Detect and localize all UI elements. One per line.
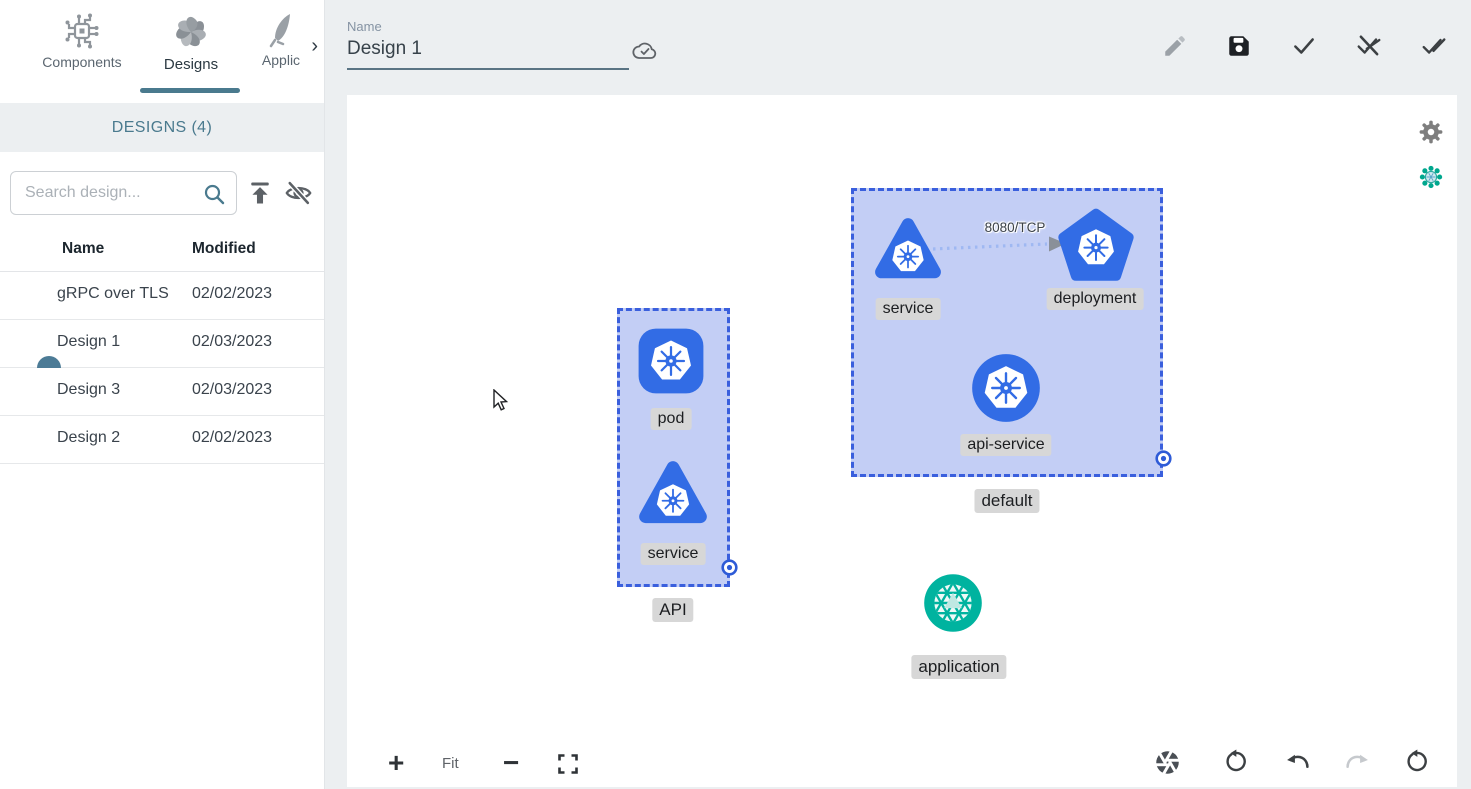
column-header-modified[interactable]: Modified [192,240,256,258]
group-label-default: default [974,489,1039,513]
designs-table-header: Name Modified [0,232,324,272]
design-modified: 02/03/2023 [192,381,272,399]
tab-components-label: Components [42,54,121,70]
tab-designs-label: Designs [164,56,218,73]
fullscreen-icon[interactable] [556,752,580,776]
canvas-settings-gear-icon[interactable] [1418,119,1444,145]
reset-rotate-icon[interactable] [1404,749,1429,774]
undeploy-check-slash-icon[interactable] [1356,33,1382,59]
edge-port-label[interactable]: 8080/TCP [985,220,1046,235]
zoom-in-button[interactable]: + [388,747,404,779]
redo-icon[interactable] [1344,749,1371,774]
column-header-name[interactable]: Name [62,240,104,258]
design-modified: 02/02/2023 [192,429,272,447]
fit-button[interactable]: Fit [442,755,459,772]
deploy-double-check-icon[interactable] [1421,33,1447,59]
node-service-default[interactable] [871,216,945,286]
save-icon[interactable] [1226,33,1252,59]
design-name[interactable]: Design 1 [57,333,120,351]
hide-designs-eye-off-icon[interactable] [284,179,313,207]
designs-table: Name Modified gRPC over TLS 02/02/2023 D… [0,232,324,464]
design-name[interactable]: gRPC over TLS [57,285,169,303]
table-row[interactable]: Design 3 02/03/2023 [0,368,324,416]
search-row [0,170,324,216]
main-area: Name [326,0,1471,789]
tab-designs[interactable]: Designs [146,0,236,95]
designs-panel-title: DESIGNS (4) [0,103,324,152]
group-label-api: API [652,598,693,622]
edit-icon[interactable] [1162,33,1188,59]
table-row[interactable]: Design 2 02/02/2023 [0,416,324,464]
designs-icon [169,10,213,54]
components-icon [62,10,102,52]
sidebar: Components Designs [0,0,325,789]
node-label-api-service: api-service [960,434,1051,456]
node-label-pod: pod [651,408,692,430]
zoom-out-button[interactable]: − [503,747,519,779]
node-label-application: application [911,655,1006,679]
tab-components[interactable]: Components [18,0,146,95]
validate-check-icon[interactable] [1291,33,1317,59]
rotate-left-icon[interactable] [1223,749,1248,774]
canvas-controls: + Fit − [347,747,1457,787]
node-label-deployment: deployment [1047,288,1144,310]
node-service-api[interactable] [635,459,711,531]
design-modified: 02/03/2023 [192,333,272,351]
tab-applications[interactable]: Applic [248,0,314,95]
table-row[interactable]: gRPC over TLS 02/02/2023 [0,272,324,320]
tabs-expand-chevron-icon[interactable]: › [311,36,318,56]
cloud-saved-icon [631,38,659,64]
design-modified: 02/02/2023 [192,285,272,303]
design-name-field-wrap [347,38,629,70]
group-resize-handle[interactable] [1155,450,1172,467]
search-box [10,171,237,215]
node-application[interactable] [923,573,983,633]
design-name-label: Name [347,19,382,34]
upload-design-icon[interactable] [246,179,274,207]
design-name-input[interactable] [347,38,629,70]
table-row[interactable]: Design 1 02/03/2023 [0,320,324,368]
applications-icon [264,10,298,50]
search-icon[interactable] [202,182,226,206]
tab-applications-label: Applic [262,52,300,68]
mouse-cursor [492,389,510,413]
screenshot-aperture-icon[interactable] [1154,749,1181,776]
design-name[interactable]: Design 3 [57,381,120,399]
drag-avatar-badge [37,356,61,368]
sidebar-tabbar: Components Designs [0,0,324,95]
design-name[interactable]: Design 2 [57,429,120,447]
node-label-service-default: service [876,298,941,320]
active-tab-underline [140,88,240,93]
group-resize-handle[interactable] [721,559,738,576]
mesh-sync-icon[interactable] [1419,165,1443,189]
node-label-service-api: service [641,543,706,565]
design-canvas[interactable]: 8080/TCP pod service API service [347,95,1457,787]
node-api-service[interactable] [970,352,1042,424]
meshmap-app: Components Designs [0,0,1471,789]
search-input[interactable] [25,172,203,214]
undo-icon[interactable] [1284,749,1311,774]
node-deployment[interactable] [1056,205,1136,287]
node-pod[interactable] [635,325,707,397]
